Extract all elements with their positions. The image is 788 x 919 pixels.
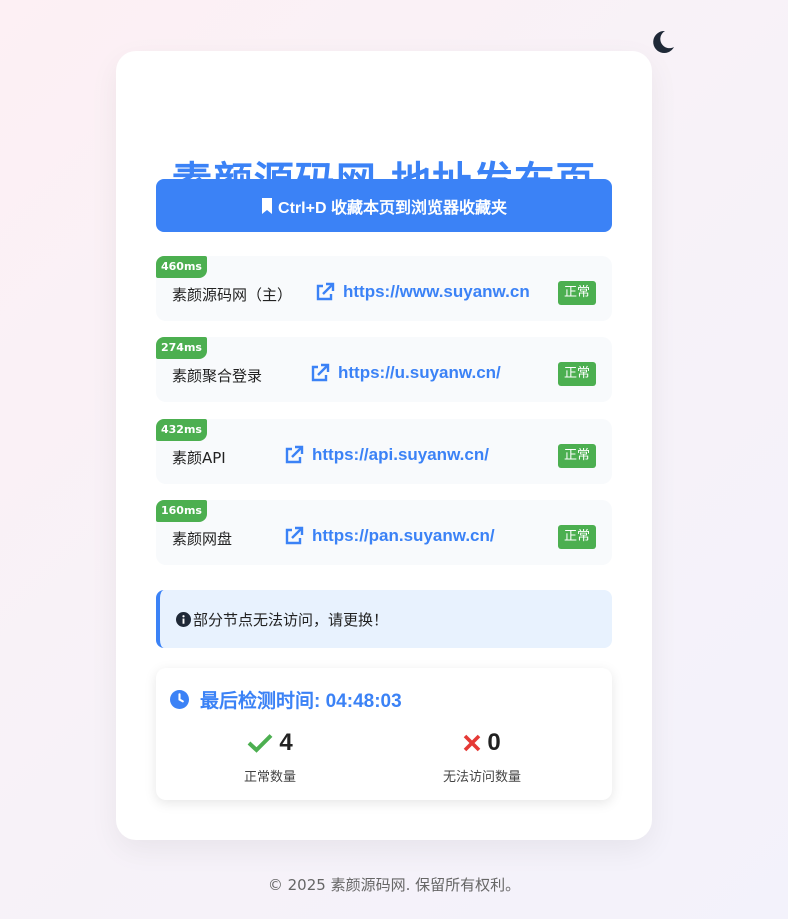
site-link[interactable]: https://api.suyanw.cn/ [284,445,489,465]
status-badge: 正常 [557,362,596,386]
site-link[interactable]: https://pan.suyanw.cn/ [284,526,495,546]
notice-text: 部分节点无法访问，请更换！ [193,610,389,629]
ok-label: 正常数量 [243,770,296,785]
site-name: 素颜聚合登录 [172,367,263,385]
site-name: 素颜源码网（主） [172,286,293,304]
site-url: https://api.suyanw.cn/ [312,445,489,464]
latency-badge: 160ms [156,500,207,522]
footer-copyright: © 2025 素颜源码网. 保留所有权利。 [267,876,521,894]
notice-box: 部分节点无法访问，请更换！ [156,590,612,648]
check-summary: 最后检测时间: 04:48:03 4 正常数量 0 无法访问数量 [156,668,612,800]
ok-count: 4 [279,729,293,756]
last-check-label: 最后检测时间: 04:48:03 [200,691,402,712]
site-row: 274ms 素颜聚合登录 https://u.suyanw.cn/ 正常 [156,337,612,402]
site-url: https://u.suyanw.cn/ [338,363,501,382]
status-badge: 正常 [557,281,596,305]
external-link-icon [285,445,304,464]
fail-label: 无法访问数量 [442,770,521,785]
external-link-icon [316,282,335,301]
site-link[interactable]: https://www.suyanw.cn [315,282,530,302]
theme-toggle-button[interactable] [648,28,676,56]
site-url: https://www.suyanw.cn [343,282,530,301]
bookmark-button[interactable]: Ctrl+D 收藏本页到浏览器收藏夹 [156,179,612,232]
fail-count: 0 [487,729,501,756]
site-row: 160ms 素颜网盘 https://pan.suyanw.cn/ 正常 [156,500,612,565]
ok-stat: 4 正常数量 [190,726,350,785]
info-icon [176,611,191,627]
main-card: 素颜源码网-地址发布页 Ctrl+D 收藏本页到浏览器收藏夹 460ms 素颜源… [116,51,652,840]
cross-icon [464,734,481,752]
clock-icon [170,690,189,709]
bookmark-button-label: Ctrl+D 收藏本页到浏览器收藏夹 [278,199,507,217]
site-row: 460ms 素颜源码网（主） https://www.suyanw.cn 正常 [156,256,612,321]
site-row: 432ms 素颜API https://api.suyanw.cn/ 正常 [156,419,612,484]
latency-badge: 460ms [156,256,207,278]
last-check-time: 最后检测时间: 04:48:03 [170,686,402,713]
external-link-icon [311,363,330,382]
site-link[interactable]: https://u.suyanw.cn/ [310,363,501,383]
site-name: 素颜API [172,449,226,467]
fail-stat: 0 无法访问数量 [402,726,562,785]
status-badge: 正常 [557,525,596,549]
check-icon [247,734,273,753]
bookmark-icon [262,197,273,214]
latency-badge: 274ms [156,337,207,359]
status-badge: 正常 [557,444,596,468]
site-name: 素颜网盘 [172,530,233,548]
moon-icon [653,30,674,53]
site-url: https://pan.suyanw.cn/ [312,526,495,545]
latency-badge: 432ms [156,419,207,441]
external-link-icon [285,526,304,545]
